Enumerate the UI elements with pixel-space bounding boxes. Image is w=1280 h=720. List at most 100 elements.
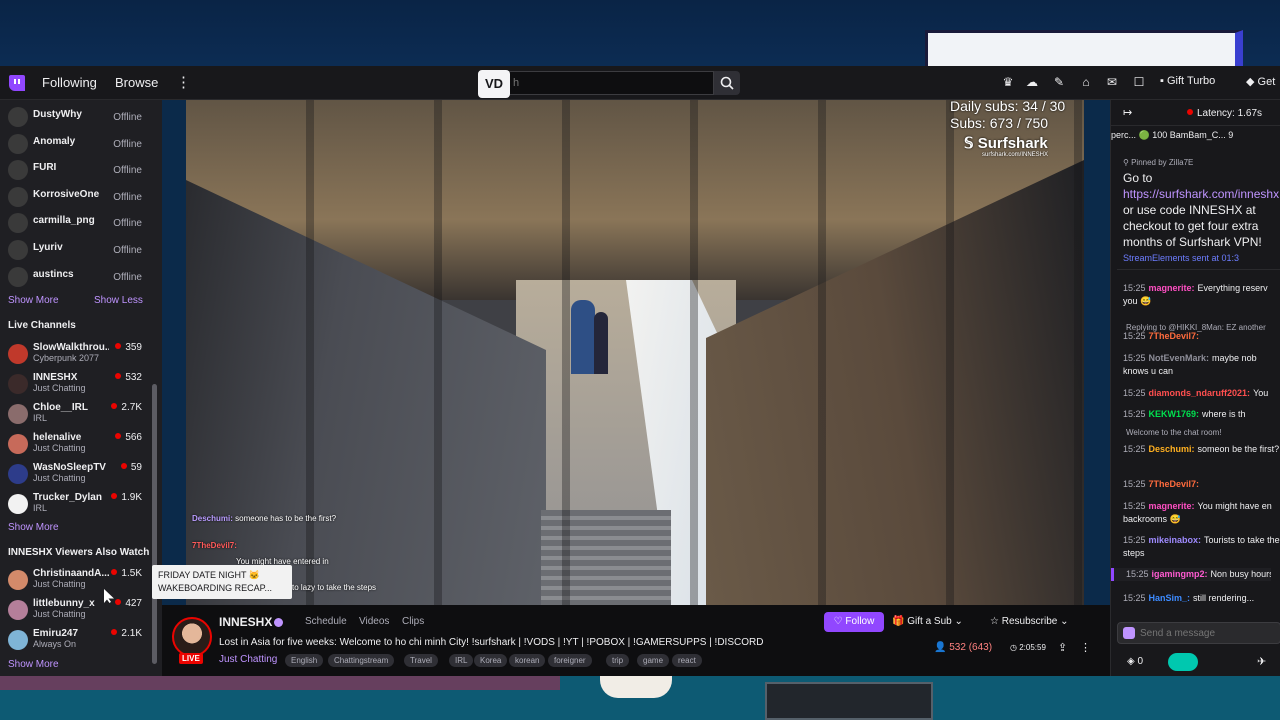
sidebar-channel-row[interactable]: FURI Offline — [8, 157, 150, 187]
sidebar-channel-row[interactable]: Lyuriv Offline — [8, 237, 150, 267]
sidebar-channel-row[interactable]: INNESHX Just Chatting 532 — [8, 370, 150, 400]
chat-timestamp: 15:25 — [1123, 593, 1146, 603]
chat-username[interactable]: 7TheDevil7: — [1149, 479, 1200, 489]
streamer-avatar[interactable] — [172, 617, 212, 657]
drops-icon[interactable]: ☁ — [1025, 75, 1039, 89]
chat-username[interactable]: magnerite: — [1149, 501, 1195, 511]
sidebar-channel-row[interactable]: Anomaly Offline — [8, 131, 150, 161]
chat-input-box[interactable] — [1117, 622, 1280, 644]
channel-status: Offline — [113, 218, 142, 230]
sidebar-channel-row[interactable]: WasNoSleepTV Just Chatting 59 — [8, 460, 150, 490]
background-cloud — [925, 30, 1243, 70]
live-show-more[interactable]: Show More — [8, 522, 59, 533]
channel-name: ChristinaandA... — [33, 568, 109, 579]
tag-game[interactable]: game — [637, 654, 670, 667]
get-bits-button[interactable]: ◆ Get — [1246, 75, 1275, 88]
also-show-more[interactable]: Show More — [8, 659, 59, 670]
search-input[interactable] — [513, 75, 708, 91]
channel-viewer-count: 2.1K — [121, 628, 142, 639]
followed-show-more[interactable]: Show More — [8, 295, 59, 306]
chat-username[interactable]: diamonds_ndaruff2021: — [1149, 388, 1251, 398]
streamer-name[interactable]: INNESHX — [219, 615, 272, 629]
sidebar-channel-row[interactable]: ChristinaandA... Just Chatting 1.5K — [8, 566, 150, 596]
sidebar-channel-row[interactable]: DustyWhy Offline — [8, 104, 150, 134]
sidebar-scroll-thumb[interactable] — [152, 384, 157, 664]
chat-username[interactable]: mikeinabox: — [1149, 535, 1202, 545]
tab-videos[interactable]: Videos — [359, 616, 389, 627]
background-floor — [0, 676, 560, 690]
more-options-icon[interactable]: ⋮ — [176, 73, 191, 91]
sidebar-channel-row[interactable]: Trucker_Dylan IRL 1.9K — [8, 490, 150, 520]
inbox-icon[interactable]: ✉ — [1105, 75, 1119, 89]
tag-english[interactable]: English — [285, 654, 324, 667]
channel-name: littlebunny_x — [33, 598, 95, 609]
channel-status: Offline — [113, 271, 142, 283]
chat-message: 15:25 7TheDevil7: — [1123, 330, 1280, 343]
sidebar-channel-row[interactable]: austincs Offline — [8, 264, 150, 294]
tag-react[interactable]: react — [672, 654, 702, 667]
chat-message: 15:25 mikeinabox: Tourists to take the ste… — [1123, 534, 1280, 560]
stream-uptime: ◷ 2:05:59 — [1010, 643, 1046, 652]
chat-badge-icon[interactable] — [1123, 627, 1135, 639]
viewers-icon: 👤 — [934, 642, 947, 653]
bits-icon[interactable]: ✎ — [1052, 75, 1066, 89]
gift-sub-button[interactable]: 🎁 Gift a Sub ⌄ — [892, 612, 977, 632]
search-button[interactable] — [714, 71, 740, 95]
stream-category[interactable]: Just Chatting — [219, 654, 277, 665]
chat-input[interactable] — [1140, 626, 1278, 640]
whispers-icon[interactable]: ☐ — [1132, 75, 1146, 89]
tag-travel[interactable]: Travel — [404, 654, 438, 667]
nav-browse[interactable]: Browse — [115, 75, 158, 90]
twitch-logo-icon[interactable] — [9, 75, 25, 91]
tag-trip[interactable]: trip — [606, 654, 630, 667]
chat-timestamp: 15:25 — [1123, 535, 1146, 545]
chat-username[interactable]: magnerite: — [1149, 283, 1195, 293]
tag-korea[interactable]: Korea — [474, 654, 508, 667]
tab-schedule[interactable]: Schedule — [305, 616, 347, 627]
video-player[interactable]: Daily subs: 34 / 30 Subs: 673 / 750 𝕊 Su… — [186, 100, 1084, 605]
channel-name: FURI — [33, 162, 57, 174]
live-dot-icon — [115, 599, 122, 605]
get-bits-label: Get — [1257, 76, 1276, 88]
chat-username[interactable]: HanSim_: — [1149, 593, 1191, 603]
channel-viewer-count: 1.9K — [121, 492, 142, 503]
sidebar-channel-row[interactable]: Emiru247 Always On 2.1K — [8, 626, 150, 656]
pinned-link[interactable]: https://surfshark.com/inneshx — [1123, 187, 1279, 201]
vd-extension-icon[interactable]: VD — [478, 70, 510, 98]
chat-settings-icon[interactable]: ✈ — [1257, 655, 1266, 668]
viewer-count: 👤 532 (643) — [934, 642, 992, 653]
channel-points[interactable]: ◈ 0 — [1127, 656, 1143, 667]
tag-chattingstream[interactable]: Chattingstream — [328, 654, 395, 667]
chat-username[interactable]: 7TheDevil7: — [1149, 331, 1200, 341]
sidebar-channel-row[interactable]: Chloe__IRL IRL 2.7K — [8, 400, 150, 430]
tag-foreigner[interactable]: foreigner — [548, 654, 592, 667]
follow-button[interactable]: ♡ Follow — [824, 612, 884, 632]
sidebar-channel-row[interactable]: KorrosiveOne Offline — [8, 184, 150, 214]
sidebar-channel-row[interactable]: littlebunny_x Just Chatting 427 — [8, 596, 150, 626]
clock-icon: ◷ — [1010, 643, 1017, 652]
more-options-icon[interactable]: ⋮ — [1080, 641, 1091, 654]
prime-icon[interactable]: ⌂ — [1079, 75, 1093, 89]
chat-username[interactable]: Deschumi: — [1149, 444, 1195, 454]
chat-text: where is th — [1202, 409, 1246, 419]
tag-irl[interactable]: IRL — [449, 654, 474, 667]
nav-following[interactable]: Following — [42, 75, 97, 90]
followed-show-less[interactable]: Show Less — [94, 295, 143, 306]
channel-viewers: 566 — [115, 432, 142, 443]
chat-username[interactable]: NotEvenMark: — [1149, 353, 1210, 363]
sidebar-channel-row[interactable]: helenalive Just Chatting 566 — [8, 430, 150, 460]
resubscribe-button[interactable]: ☆ Resubscribe ⌄ — [990, 612, 1085, 632]
gift-turbo-button[interactable]: ▪ Gift Turbo — [1160, 75, 1215, 87]
share-icon[interactable]: ⇪ — [1058, 641, 1067, 654]
crown-icon[interactable]: ♛ — [1001, 75, 1015, 89]
chat-username[interactable]: igamingmp2: — [1152, 569, 1208, 579]
sidebar-channel-row[interactable]: SlowWalkthrou... Cyberpunk 2077 359 — [8, 340, 150, 370]
search-box[interactable]: VD — [478, 70, 714, 98]
claim-points-icon[interactable] — [1168, 653, 1198, 671]
tab-clips[interactable]: Clips — [402, 616, 424, 627]
collapse-chat-icon[interactable]: ↦ — [1123, 106, 1132, 119]
tag-korean[interactable]: korean — [509, 654, 546, 667]
chat-username[interactable]: KEKW1769: — [1149, 409, 1200, 419]
chat-text: Tourists to take the steps — [1123, 535, 1280, 558]
sidebar-channel-row[interactable]: carmilla_png Offline — [8, 210, 150, 240]
